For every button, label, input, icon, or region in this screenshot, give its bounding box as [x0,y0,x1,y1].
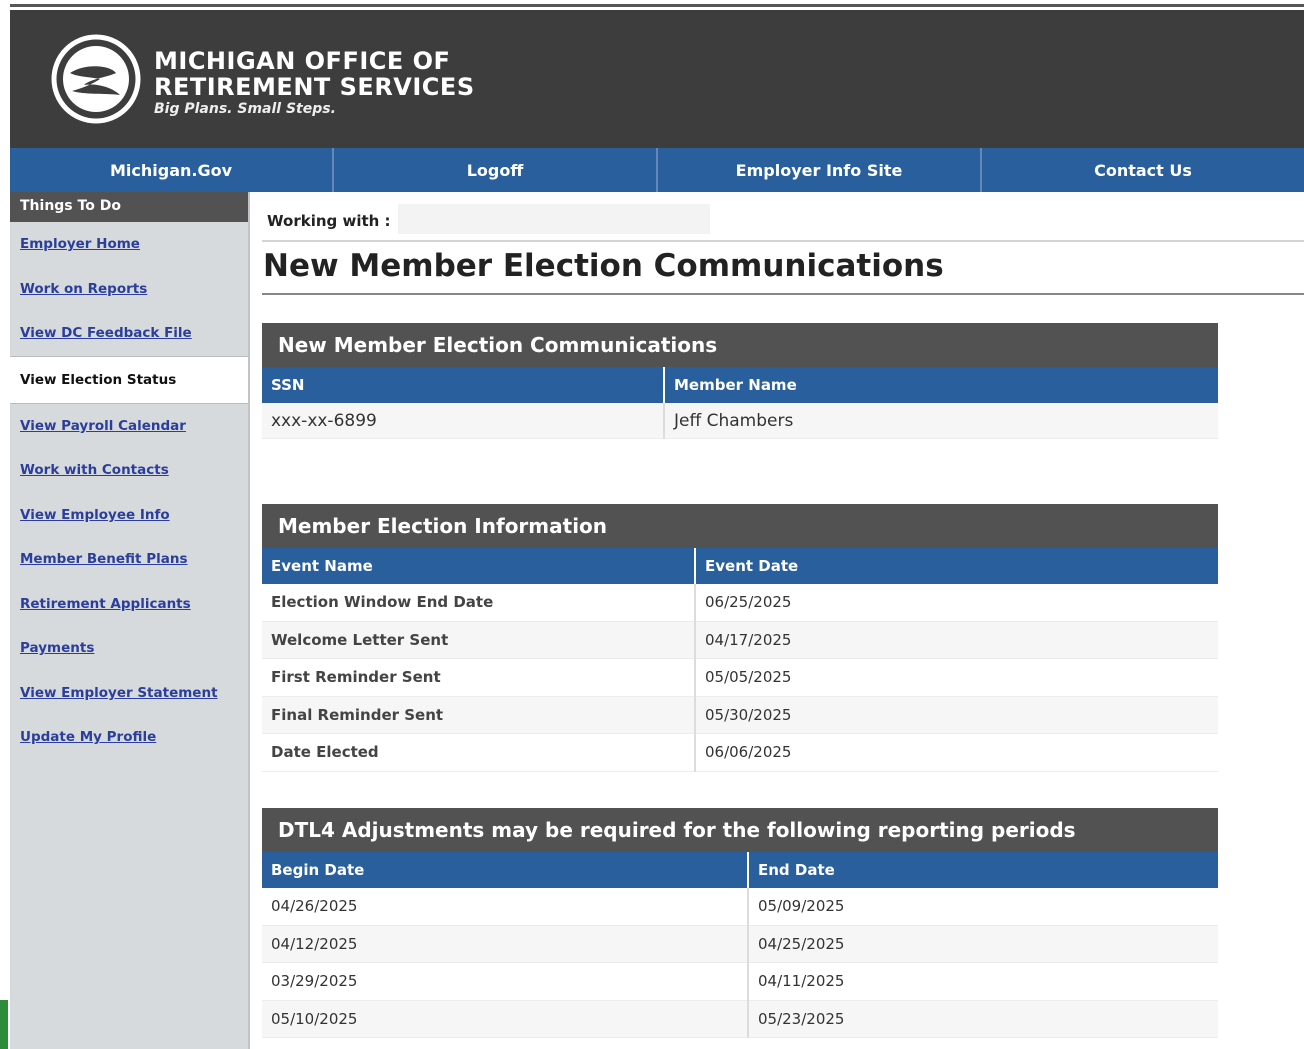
sidebar: Things To Do Employer Home Work on Repor… [10,192,250,1049]
event-date: 04/17/2025 [695,621,1218,659]
sidebar-item-payments[interactable]: Payments [10,626,248,671]
sidebar-item-employer-home[interactable]: Employer Home [10,222,248,267]
nav-logoff[interactable]: Logoff [334,148,658,192]
column-header-member-name: Member Name [664,367,1218,403]
begin-date: 05/10/2025 [262,1000,749,1038]
end-date: 04/11/2025 [748,962,1218,1001]
table-row: 05/10/2025 05/23/2025 [262,1000,1218,1038]
dtl4-panel-title: DTL4 Adjustments may be required for the… [262,808,1218,852]
dtl4-table: Begin Date End Date 04/26/2025 05/09/202… [262,852,1218,1038]
retirement-logo-icon [51,34,141,124]
sidebar-item-member-benefit-plans[interactable]: Member Benefit Plans [10,537,248,582]
brand-line-1: MICHIGAN OFFICE OF [154,47,451,75]
nav-contact-us[interactable]: Contact Us [982,148,1304,192]
nav-michigan-gov[interactable]: Michigan.Gov [10,148,334,192]
end-date: 04/25/2025 [748,925,1218,963]
table-row: xxx-xx-6899 Jeff Chambers [262,403,1218,439]
event-date: 06/25/2025 [695,584,1218,622]
top-nav: Michigan.Gov Logoff Employer Info Site C… [10,148,1304,192]
event-date: 06/06/2025 [695,733,1218,772]
sidebar-item-retirement-applicants[interactable]: Retirement Applicants [10,582,248,627]
event-date: 05/05/2025 [695,658,1218,697]
column-header-event-date: Event Date [695,548,1218,584]
sidebar-item-payroll-calendar[interactable]: View Payroll Calendar [10,404,248,449]
event-name: Welcome Letter Sent [262,621,696,659]
event-name: Date Elected [262,733,696,772]
column-header-event-name: Event Name [262,548,696,584]
title-divider [262,293,1304,295]
sidebar-item-work-with-contacts[interactable]: Work with Contacts [10,448,248,493]
member-table: SSN Member Name xxx-xx-6899 Jeff Chamber… [262,367,1218,439]
table-row: 04/12/2025 04/25/2025 [262,925,1218,963]
sidebar-item-employer-statement[interactable]: View Employer Statement [10,671,248,716]
sidebar-item-dc-feedback-file[interactable]: View DC Feedback File [10,311,248,356]
brand-tagline: Big Plans. Small Steps. [154,101,336,117]
begin-date: 04/26/2025 [262,888,749,926]
edge-accent [0,1000,8,1049]
event-name: First Reminder Sent [262,658,696,697]
sidebar-item-work-on-reports[interactable]: Work on Reports [10,267,248,312]
event-date: 05/30/2025 [695,696,1218,734]
event-name: Final Reminder Sent [262,696,696,734]
table-row: First Reminder Sent 05/05/2025 [262,658,1218,697]
column-header-end-date: End Date [748,852,1218,888]
site-header: MICHIGAN OFFICE OF RETIREMENT SERVICES B… [10,10,1304,148]
column-header-begin-date: Begin Date [262,852,749,888]
end-date: 05/09/2025 [748,888,1218,926]
sidebar-item-election-status[interactable]: View Election Status [10,355,248,404]
end-date: 05/23/2025 [748,1000,1218,1038]
table-row: Final Reminder Sent 05/30/2025 [262,696,1218,734]
table-row: Election Window End Date 06/25/2025 [262,584,1218,622]
member-name-value: Jeff Chambers [664,403,1218,439]
working-with-label: Working with : [267,212,391,230]
page-title: New Member Election Communications [263,248,944,284]
event-name: Election Window End Date [262,584,696,622]
dtl4-panel: DTL4 Adjustments may be required for the… [262,808,1218,1038]
divider [262,240,1304,242]
table-row: 03/29/2025 04/11/2025 [262,962,1218,1001]
member-panel-title: New Member Election Communications [262,323,1218,367]
begin-date: 04/12/2025 [262,925,749,963]
sidebar-item-update-profile[interactable]: Update My Profile [10,715,248,760]
sidebar-title: Things To Do [10,192,248,222]
member-panel: New Member Election Communications SSN M… [262,323,1218,439]
election-panel-title: Member Election Information [262,504,1218,548]
brand-wordmark: MICHIGAN OFFICE OF RETIREMENT SERVICES B… [154,48,475,117]
table-row: Date Elected 06/06/2025 [262,733,1218,772]
begin-date: 03/29/2025 [262,962,749,1001]
top-border [10,4,1304,7]
column-header-ssn: SSN [262,367,665,403]
nav-employer-info-site[interactable]: Employer Info Site [658,148,982,192]
brand-line-2: RETIREMENT SERVICES [154,73,475,101]
ssn-value: xxx-xx-6899 [262,403,665,439]
table-row: Welcome Letter Sent 04/17/2025 [262,621,1218,659]
sidebar-item-employee-info[interactable]: View Employee Info [10,493,248,538]
election-panel: Member Election Information Event Name E… [262,504,1218,772]
election-table: Event Name Event Date Election Window En… [262,548,1218,772]
working-with-value [398,204,710,234]
table-row: 04/26/2025 05/09/2025 [262,888,1218,926]
